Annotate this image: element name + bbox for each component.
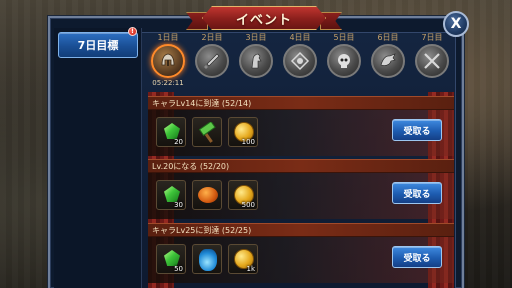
reward-count: 50: [174, 265, 183, 273]
day-tab-3[interactable]: 3日目: [236, 30, 276, 92]
receive-button[interactable]: 受取る: [392, 119, 442, 141]
green-gem-icon: [164, 186, 180, 202]
green-gem-icon: [164, 123, 180, 139]
reward-item[interactable]: 100: [228, 117, 258, 147]
crossed-swords-icon: [415, 44, 449, 78]
mission-rewards: 50 1k 受取る: [148, 237, 454, 283]
close-button[interactable]: X: [443, 11, 469, 37]
mission-rewards: 20 100 受取る: [148, 110, 454, 156]
reward-count: 500: [241, 201, 255, 209]
left-tab-panel: [54, 28, 142, 288]
reward-item[interactable]: 500: [228, 180, 258, 210]
day-label: 4日目: [289, 33, 311, 42]
tab-7day-goal[interactable]: 7日目標: [58, 32, 138, 58]
skull-icon: [327, 44, 361, 78]
day-label: 5日目: [333, 33, 355, 42]
day-label: 6日目: [377, 33, 399, 42]
reward-item[interactable]: 20: [156, 117, 186, 147]
tab-7day-goal-label: 7日目標: [77, 39, 119, 52]
day-label: 1日目: [157, 33, 179, 42]
horse-icon: [239, 44, 273, 78]
reward-count: 20: [174, 138, 183, 146]
emblem-icon: [283, 44, 317, 78]
day-label: 2日目: [201, 33, 223, 42]
day-label: 7日目: [421, 33, 443, 42]
receive-button[interactable]: 受取る: [392, 246, 442, 268]
mission-row: Lv.20になる (52/20) 30 500 受取る: [148, 159, 454, 219]
reward-item[interactable]: 50: [156, 244, 186, 274]
window-title: イベント: [235, 12, 292, 28]
day-tab-6[interactable]: 6日目: [368, 30, 408, 92]
reward-item[interactable]: 1k: [228, 244, 258, 274]
fruit-icon: [198, 187, 218, 203]
day-tab-7[interactable]: 7日目: [412, 30, 452, 92]
mission-title: Lv.20になる (52/20): [148, 159, 454, 173]
reward-count: 100: [241, 138, 255, 146]
reward-item[interactable]: [192, 180, 222, 210]
day-tab-2[interactable]: 2日目: [192, 30, 232, 92]
day-label: 3日目: [245, 33, 267, 42]
mission-row: キャラLv14に到達 (52/14) 20 100 受取る: [148, 96, 454, 156]
reward-item[interactable]: [192, 117, 222, 147]
reward-count: 1k: [246, 265, 255, 273]
mission-rewards: 30 500 受取る: [148, 173, 454, 219]
mission-row: キャラLv25に到達 (52/25) 50 1k 受取る: [148, 223, 454, 283]
helmet-icon: [151, 44, 185, 78]
green-gem-icon: [164, 250, 180, 266]
sword-icon: [195, 44, 229, 78]
mission-title: キャラLv25に到達 (52/25): [148, 223, 454, 237]
reward-count: 30: [174, 201, 183, 209]
dragon-icon: [371, 44, 405, 78]
potion-icon: [199, 249, 217, 271]
day-tab-4[interactable]: 4日目: [280, 30, 320, 92]
close-icon: X: [450, 16, 462, 32]
hammer-icon: [198, 122, 216, 143]
mission-title: キャラLv14に到達 (52/14): [148, 96, 454, 110]
day-selector: 1日目 05:22:11 2日目 3日目 4日目 5日目 6日目 7日目: [148, 30, 452, 92]
day-tab-5[interactable]: 5日目: [324, 30, 364, 92]
receive-button[interactable]: 受取る: [392, 182, 442, 204]
reward-item[interactable]: 30: [156, 180, 186, 210]
countdown-timer: 05:22:11: [152, 79, 184, 87]
title-ribbon: イベント: [202, 6, 326, 30]
day-tab-1[interactable]: 1日目 05:22:11: [148, 30, 188, 92]
reward-item[interactable]: [192, 244, 222, 274]
tab-notification-badge: !: [128, 27, 137, 36]
